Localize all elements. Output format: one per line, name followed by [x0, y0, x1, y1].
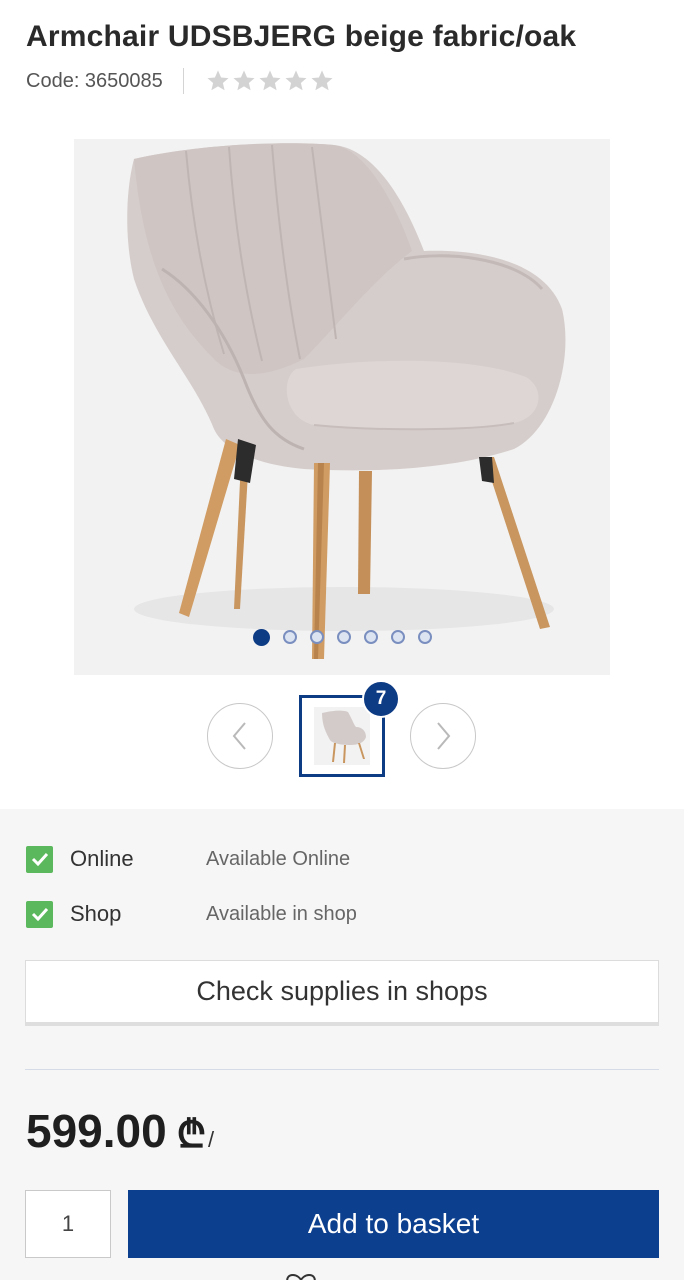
availability-label: Shop — [70, 901, 122, 926]
pagination-dot[interactable] — [336, 630, 351, 644]
rating-stars[interactable] — [206, 69, 334, 93]
purchase-panel: Online Available Online Shop Available i… — [0, 809, 684, 1280]
section-divider — [25, 1069, 659, 1070]
star-icon — [207, 70, 229, 91]
gallery-pagination — [74, 628, 610, 646]
pagination-dot[interactable] — [309, 630, 324, 644]
price-amount: 599.00 — [26, 1105, 167, 1157]
chevron-right-icon — [437, 722, 451, 750]
pagination-dot[interactable] — [417, 630, 432, 644]
star-icon — [259, 70, 281, 91]
star-icon — [311, 70, 333, 91]
product-code: Code: 3650085 — [26, 69, 163, 92]
gallery-prev-button[interactable] — [207, 703, 273, 769]
availability-label: Online — [70, 846, 134, 871]
pagination-dot[interactable] — [390, 630, 405, 644]
product-image[interactable] — [74, 139, 610, 675]
availability-status: Available in shop — [206, 902, 357, 925]
price-currency: ₾ — [176, 1114, 207, 1156]
gallery-next-button[interactable] — [410, 703, 476, 769]
heart-icon[interactable] — [284, 1273, 318, 1280]
image-count-badge: 7 — [362, 680, 400, 718]
gallery-thumbnails: 7 — [0, 680, 684, 778]
checkmark-icon — [26, 900, 53, 928]
star-icon — [233, 70, 255, 91]
check-supplies-button[interactable]: Check supplies in shops — [25, 960, 659, 1026]
pagination-dot[interactable] — [252, 628, 270, 646]
armchair-image — [127, 143, 566, 659]
meta-divider — [182, 68, 184, 94]
chevron-left-icon — [232, 722, 246, 750]
price-suffix: / — [208, 1127, 215, 1152]
product-price: 599.00 ₾ / — [26, 1104, 214, 1159]
quantity-input[interactable] — [25, 1190, 111, 1258]
armchair-thumbnail-image — [314, 707, 370, 765]
availability-status: Available Online — [206, 847, 351, 870]
availability-shop: Shop Available in shop — [26, 899, 357, 929]
availability-online: Online Available Online — [26, 844, 350, 874]
product-title: Armchair UDSBJERG beige fabric/oak — [26, 20, 577, 53]
checkmark-icon — [26, 845, 53, 873]
star-icon — [285, 70, 307, 91]
product-meta: Code: 3650085 — [26, 66, 334, 96]
pagination-dot[interactable] — [282, 630, 297, 644]
pagination-dot[interactable] — [363, 630, 378, 644]
add-to-basket-button[interactable]: Add to basket — [128, 1190, 659, 1258]
